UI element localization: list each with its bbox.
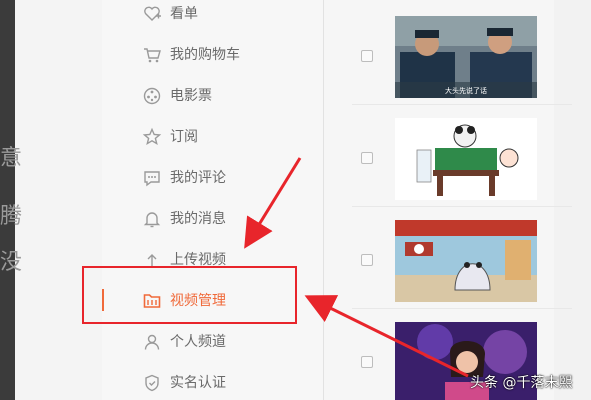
arrow-to-video-management [304,295,469,378]
annotation-arrows [244,157,469,378]
arrow-to-upload [244,157,302,249]
watermark: 头条 @千落末熙 [470,375,573,391]
